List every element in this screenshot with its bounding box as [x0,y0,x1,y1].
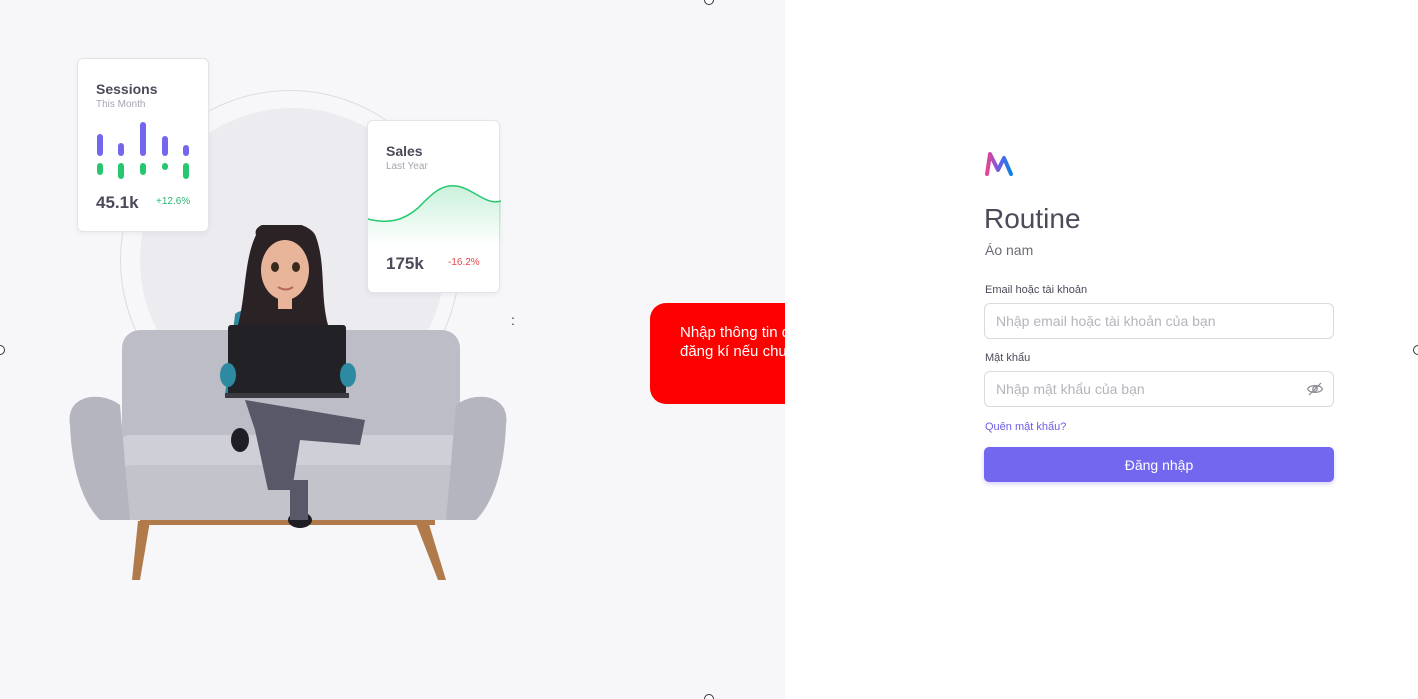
sessions-bar [118,163,124,179]
sessions-bar [97,134,103,156]
sessions-bar [140,122,146,156]
sessions-bar [183,145,189,156]
sessions-bar [118,143,124,156]
forgot-password-link[interactable]: Quên mật khẩu? [985,421,1066,433]
sessions-card: Sessions This Month 45.1k +12.6% [77,58,209,232]
sessions-bar [162,136,168,156]
app-subtitle: Áo nam [985,242,1034,258]
login-panel [785,0,1418,699]
eye-off-icon[interactable] [1306,380,1324,398]
sessions-bar [183,163,189,179]
sessions-bar [97,163,103,175]
login-button[interactable]: Đăng nhập [984,447,1334,482]
app-title: Routine [984,203,1081,234]
sessions-card-subtitle: This Month [96,99,146,110]
resize-handle[interactable] [704,694,714,699]
email-label: Email hoặc tài khoản [985,284,1088,296]
email-input[interactable] [984,303,1334,339]
sessions-value: 45.1k [96,193,139,212]
password-label: Mật khẩu [985,352,1031,364]
brand-logo-icon [985,152,1013,176]
sessions-bar [162,163,168,170]
sales-card-subtitle: Last Year [386,161,428,172]
sales-card-title: Sales [386,143,423,159]
login-page: Sessions This Month 45.1k +12.6% Sales L… [0,0,1418,699]
woman-on-sofa-illustration [69,225,507,580]
sessions-bar [140,163,146,175]
sessions-delta: +12.6% [156,196,191,207]
sessions-card-title: Sessions [96,81,158,97]
dots-mark: : [511,312,515,328]
resize-handle[interactable] [1413,345,1418,355]
password-input[interactable] [984,371,1334,407]
